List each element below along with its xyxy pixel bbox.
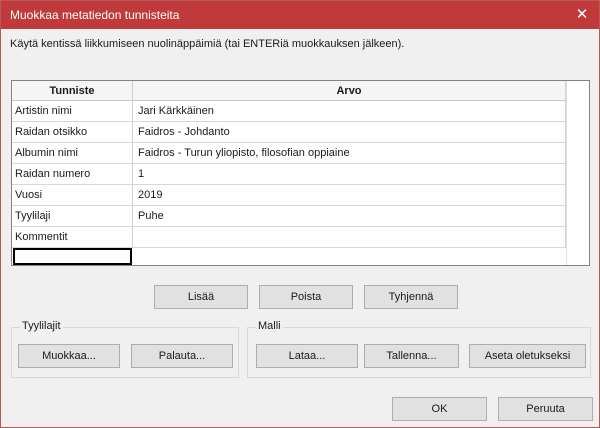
- value-cell[interactable]: Faidros - Johdanto: [132, 121, 566, 143]
- template-group-label: Malli: [256, 320, 283, 332]
- tag-cell[interactable]: Tyylilaji: [12, 205, 133, 227]
- instruction-text: Käytä kentissä liikkumiseen nuolinäppäim…: [10, 38, 405, 50]
- dialog-title: Muokkaa metatiedon tunnisteita: [10, 8, 180, 22]
- table-row[interactable]: Tyylilaji Puhe: [12, 205, 566, 227]
- table-row[interactable]: Kommentit: [12, 226, 566, 248]
- grid-header-row: Tunniste Arvo: [12, 81, 566, 101]
- tag-cell[interactable]: Artistin nimi: [12, 100, 133, 122]
- table-row[interactable]: Albumin nimi Faidros - Turun yliopisto, …: [12, 142, 566, 164]
- value-cell[interactable]: Puhe: [132, 205, 566, 227]
- edit-genres-button[interactable]: Muokkaa...: [18, 344, 120, 368]
- tag-cell[interactable]: Kommentit: [12, 226, 133, 248]
- close-icon[interactable]: ✕: [565, 1, 599, 29]
- vertical-scrollbar[interactable]: [566, 81, 589, 265]
- tag-edit-field[interactable]: [13, 248, 132, 265]
- table-row[interactable]: Raidan otsikko Faidros - Johdanto: [12, 121, 566, 143]
- value-cell[interactable]: [132, 226, 566, 248]
- value-cell[interactable]: Jari Kärkkäinen: [132, 100, 566, 122]
- title-bar: Muokkaa metatiedon tunnisteita ✕: [1, 1, 599, 29]
- column-header-value[interactable]: Arvo: [132, 81, 566, 101]
- genres-group-label: Tyylilajit: [20, 320, 63, 332]
- value-cell[interactable]: Faidros - Turun yliopisto, filosofian op…: [132, 142, 566, 164]
- table-row[interactable]: Raidan numero 1: [12, 163, 566, 185]
- column-header-tag[interactable]: Tunniste: [12, 81, 133, 101]
- clear-button[interactable]: Tyhjennä: [364, 285, 458, 309]
- tag-cell[interactable]: Raidan otsikko: [12, 121, 133, 143]
- tag-cell[interactable]: Raidan numero: [12, 163, 133, 185]
- save-template-button[interactable]: Tallenna...: [364, 344, 459, 368]
- restore-genres-button[interactable]: Palauta...: [131, 344, 233, 368]
- cancel-button[interactable]: Peruuta: [498, 397, 593, 421]
- value-cell[interactable]: 2019: [132, 184, 566, 206]
- value-cell[interactable]: 1: [132, 163, 566, 185]
- tag-cell[interactable]: Vuosi: [12, 184, 133, 206]
- table-row[interactable]: Vuosi 2019: [12, 184, 566, 206]
- add-button[interactable]: Lisää: [154, 285, 248, 309]
- ok-button[interactable]: OK: [392, 397, 487, 421]
- metadata-dialog: Muokkaa metatiedon tunnisteita ✕ Käytä k…: [0, 0, 600, 428]
- tag-cell[interactable]: Albumin nimi: [12, 142, 133, 164]
- tag-grid: Tunniste Arvo Artistin nimi Jari Kärkkäi…: [11, 80, 590, 266]
- table-row[interactable]: Artistin nimi Jari Kärkkäinen: [12, 100, 566, 122]
- remove-button[interactable]: Poista: [259, 285, 353, 309]
- set-default-button[interactable]: Aseta oletukseksi: [469, 344, 586, 368]
- load-template-button[interactable]: Lataa...: [256, 344, 358, 368]
